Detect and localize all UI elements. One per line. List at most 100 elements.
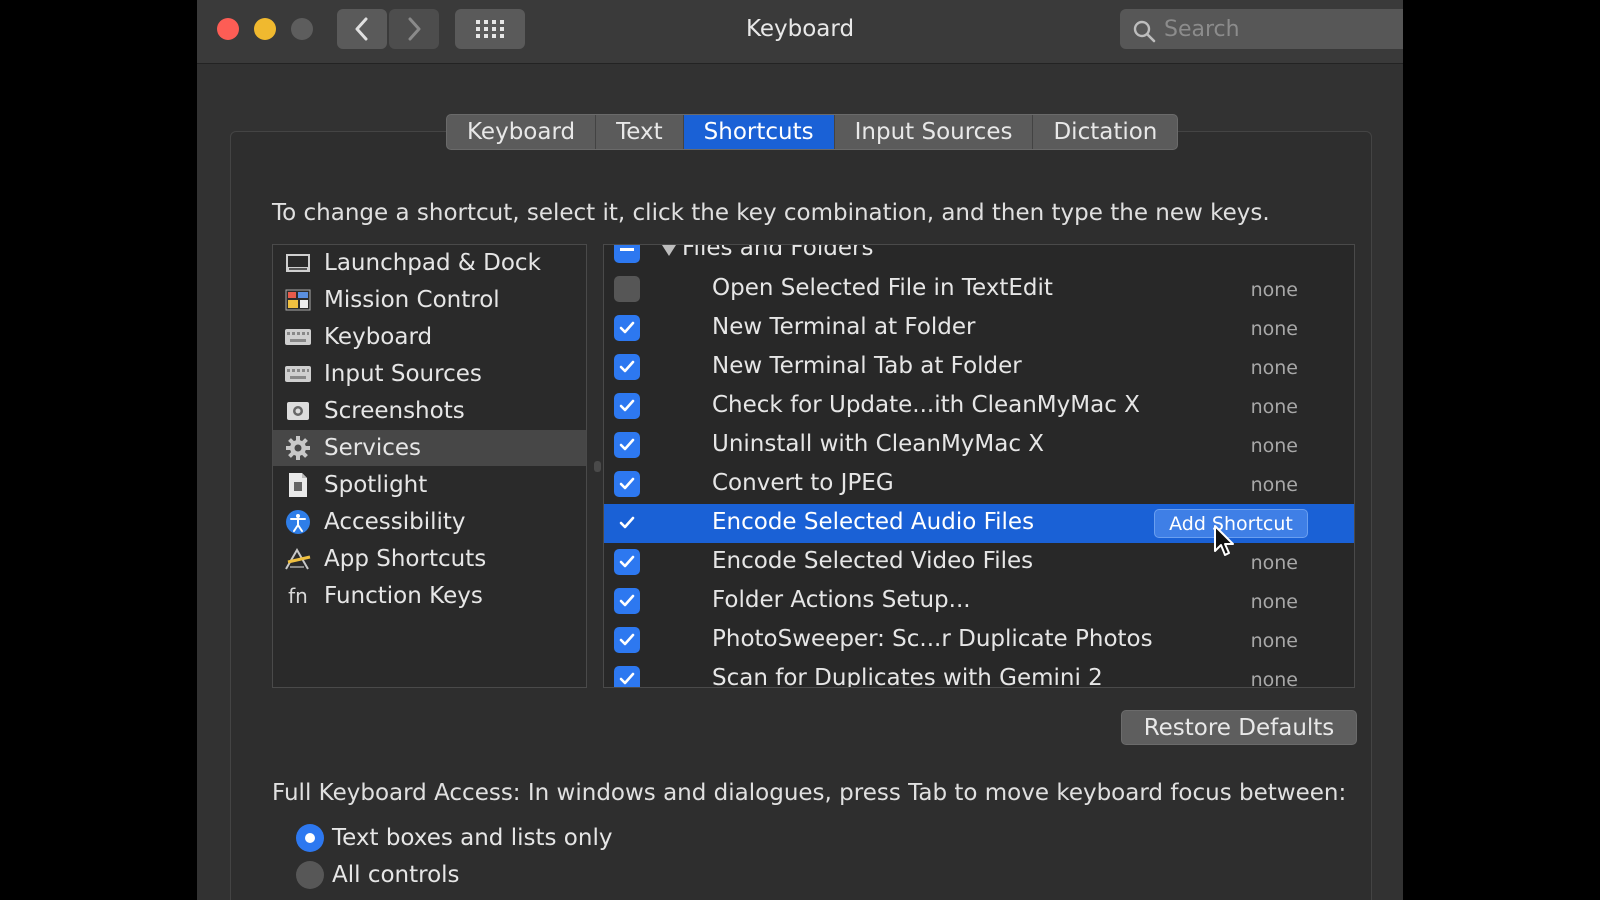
- checkmark-icon: [619, 438, 635, 451]
- shortcut-name: Open Selected File in TextEdit: [712, 275, 1053, 301]
- category-item-input-sources[interactable]: Input Sources: [273, 356, 586, 392]
- shortcut-key[interactable]: none: [1251, 630, 1298, 652]
- shortcut-name: Folder Actions Setup...: [712, 587, 971, 613]
- radio-button-selected[interactable]: [296, 824, 324, 852]
- checkmark-icon: [619, 555, 635, 568]
- split-divider-handle[interactable]: [594, 461, 601, 472]
- shortcut-checkbox[interactable]: [614, 627, 640, 653]
- restore-defaults-button[interactable]: Restore Defaults: [1121, 710, 1357, 745]
- radio-option-text-boxes[interactable]: Text boxes and lists only: [296, 823, 612, 853]
- shortcut-list: Files and Folders Open Selected File in …: [603, 244, 1355, 688]
- full-keyboard-access-label: Full Keyboard Access: In windows and dia…: [272, 780, 1347, 806]
- checkmark-icon: [619, 360, 635, 373]
- tab-bar: Keyboard Text Shortcuts Input Sources Di…: [446, 114, 1179, 150]
- shortcut-checkbox[interactable]: [614, 276, 640, 302]
- shortcut-checkbox[interactable]: [614, 471, 640, 497]
- shortcut-key[interactable]: none: [1251, 552, 1298, 574]
- mixed-state-icon: [620, 248, 634, 251]
- checkmark-icon: [619, 516, 635, 529]
- shortcut-checkbox[interactable]: [614, 510, 640, 536]
- group-checkbox[interactable]: [614, 245, 640, 263]
- shortcut-key[interactable]: none: [1251, 318, 1298, 340]
- search-field[interactable]: [1120, 9, 1403, 49]
- shortcut-name: PhotoSweeper: Sc...r Duplicate Photos: [712, 626, 1153, 652]
- shortcut-checkbox[interactable]: [614, 549, 640, 575]
- checkmark-icon: [619, 399, 635, 412]
- title-bar: Keyboard: [197, 0, 1403, 64]
- radio-label: Text boxes and lists only: [332, 825, 613, 851]
- search-input[interactable]: [1164, 9, 1394, 49]
- shortcut-checkbox[interactable]: [614, 315, 640, 341]
- launchpad-dock-icon: [284, 249, 312, 277]
- input-sources-icon: [284, 360, 312, 388]
- tab-shortcuts[interactable]: Shortcuts: [683, 115, 835, 149]
- shortcut-checkbox[interactable]: [614, 354, 640, 380]
- shortcut-name: Encode Selected Audio Files: [712, 509, 1035, 535]
- instruction-text: To change a shortcut, select it, click t…: [272, 200, 1270, 226]
- gear-icon: [284, 434, 312, 462]
- tab-text[interactable]: Text: [596, 115, 684, 149]
- shortcut-name: Check for Update...ith CleanMyMac X: [712, 392, 1140, 418]
- disclosure-triangle-icon[interactable]: [662, 245, 676, 256]
- radio-label: All controls: [332, 862, 460, 888]
- shortcut-key[interactable]: none: [1251, 279, 1298, 301]
- shortcut-group-row[interactable]: Files and Folders: [604, 244, 1354, 270]
- category-item-mission-control[interactable]: Mission Control: [273, 282, 586, 318]
- shortcut-checkbox[interactable]: [614, 432, 640, 458]
- shortcut-name: Scan for Duplicates with Gemini 2: [712, 665, 1103, 688]
- shortcut-checkbox[interactable]: [614, 393, 640, 419]
- shortcut-key[interactable]: none: [1251, 396, 1298, 418]
- shortcut-group-name: Files and Folders: [682, 244, 874, 261]
- tab-dictation[interactable]: Dictation: [1033, 115, 1177, 149]
- shortcut-row-selected[interactable]: Encode Selected Audio Files Add Shortcut: [604, 504, 1354, 543]
- shortcut-row[interactable]: Folder Actions Setup... none: [604, 582, 1354, 621]
- radio-button[interactable]: [296, 861, 324, 889]
- mission-control-icon: [284, 286, 312, 314]
- category-item-services[interactable]: Services: [273, 430, 586, 466]
- category-list: Launchpad & Dock Mission Control Keyboar…: [272, 244, 587, 688]
- spotlight-icon: [284, 471, 312, 499]
- shortcut-name: Convert to JPEG: [712, 470, 894, 496]
- shortcut-checkbox[interactable]: [614, 666, 640, 687]
- shortcut-key[interactable]: none: [1251, 435, 1298, 457]
- category-item-accessibility[interactable]: Accessibility: [273, 504, 586, 540]
- checkmark-icon: [619, 672, 635, 685]
- shortcut-key[interactable]: none: [1251, 474, 1298, 496]
- app-shortcuts-icon: [284, 545, 312, 573]
- tab-input-sources[interactable]: Input Sources: [835, 115, 1034, 149]
- shortcut-row[interactable]: Open Selected File in TextEdit none: [604, 270, 1354, 309]
- radio-option-all-controls[interactable]: All controls: [296, 860, 460, 890]
- shortcut-row[interactable]: Convert to JPEG none: [604, 465, 1354, 504]
- keyboard-icon: [284, 323, 312, 351]
- checkmark-icon: [619, 321, 635, 334]
- category-item-app-shortcuts[interactable]: App Shortcuts: [273, 541, 586, 577]
- search-icon: [1133, 20, 1156, 43]
- category-item-launchpad-dock[interactable]: Launchpad & Dock: [273, 245, 586, 281]
- shortcut-key[interactable]: none: [1251, 591, 1298, 613]
- shortcut-name: Uninstall with CleanMyMac X: [712, 431, 1045, 457]
- fn-icon: fn: [288, 584, 308, 608]
- shortcut-row[interactable]: New Terminal at Folder none: [604, 309, 1354, 348]
- shortcut-row[interactable]: Check for Update...ith CleanMyMac X none: [604, 387, 1354, 426]
- category-item-keyboard[interactable]: Keyboard: [273, 319, 586, 355]
- preferences-window: Keyboard Keyboard Text Shortcuts Input S…: [197, 0, 1403, 900]
- shortcut-row[interactable]: Encode Selected Video Files none: [604, 543, 1354, 582]
- category-item-spotlight[interactable]: Spotlight: [273, 467, 586, 503]
- category-item-screenshots[interactable]: Screenshots: [273, 393, 586, 429]
- shortcut-name: Encode Selected Video Files: [712, 548, 1034, 574]
- mouse-cursor-icon: [1214, 525, 1234, 556]
- shortcut-key[interactable]: none: [1251, 669, 1298, 687]
- checkmark-icon: [619, 477, 635, 490]
- checkmark-icon: [619, 633, 635, 646]
- checkmark-icon: [619, 594, 635, 607]
- shortcut-row[interactable]: Scan for Duplicates with Gemini 2 none: [604, 660, 1354, 688]
- shortcut-row[interactable]: PhotoSweeper: Sc...r Duplicate Photos no…: [604, 621, 1354, 660]
- tab-keyboard[interactable]: Keyboard: [447, 115, 597, 149]
- shortcut-row[interactable]: New Terminal Tab at Folder none: [604, 348, 1354, 387]
- category-item-function-keys[interactable]: fn Function Keys: [273, 578, 586, 614]
- shortcut-name: New Terminal Tab at Folder: [712, 353, 1022, 379]
- accessibility-icon: [284, 508, 312, 536]
- shortcut-row[interactable]: Uninstall with CleanMyMac X none: [604, 426, 1354, 465]
- shortcut-checkbox[interactable]: [614, 588, 640, 614]
- shortcut-key[interactable]: none: [1251, 357, 1298, 379]
